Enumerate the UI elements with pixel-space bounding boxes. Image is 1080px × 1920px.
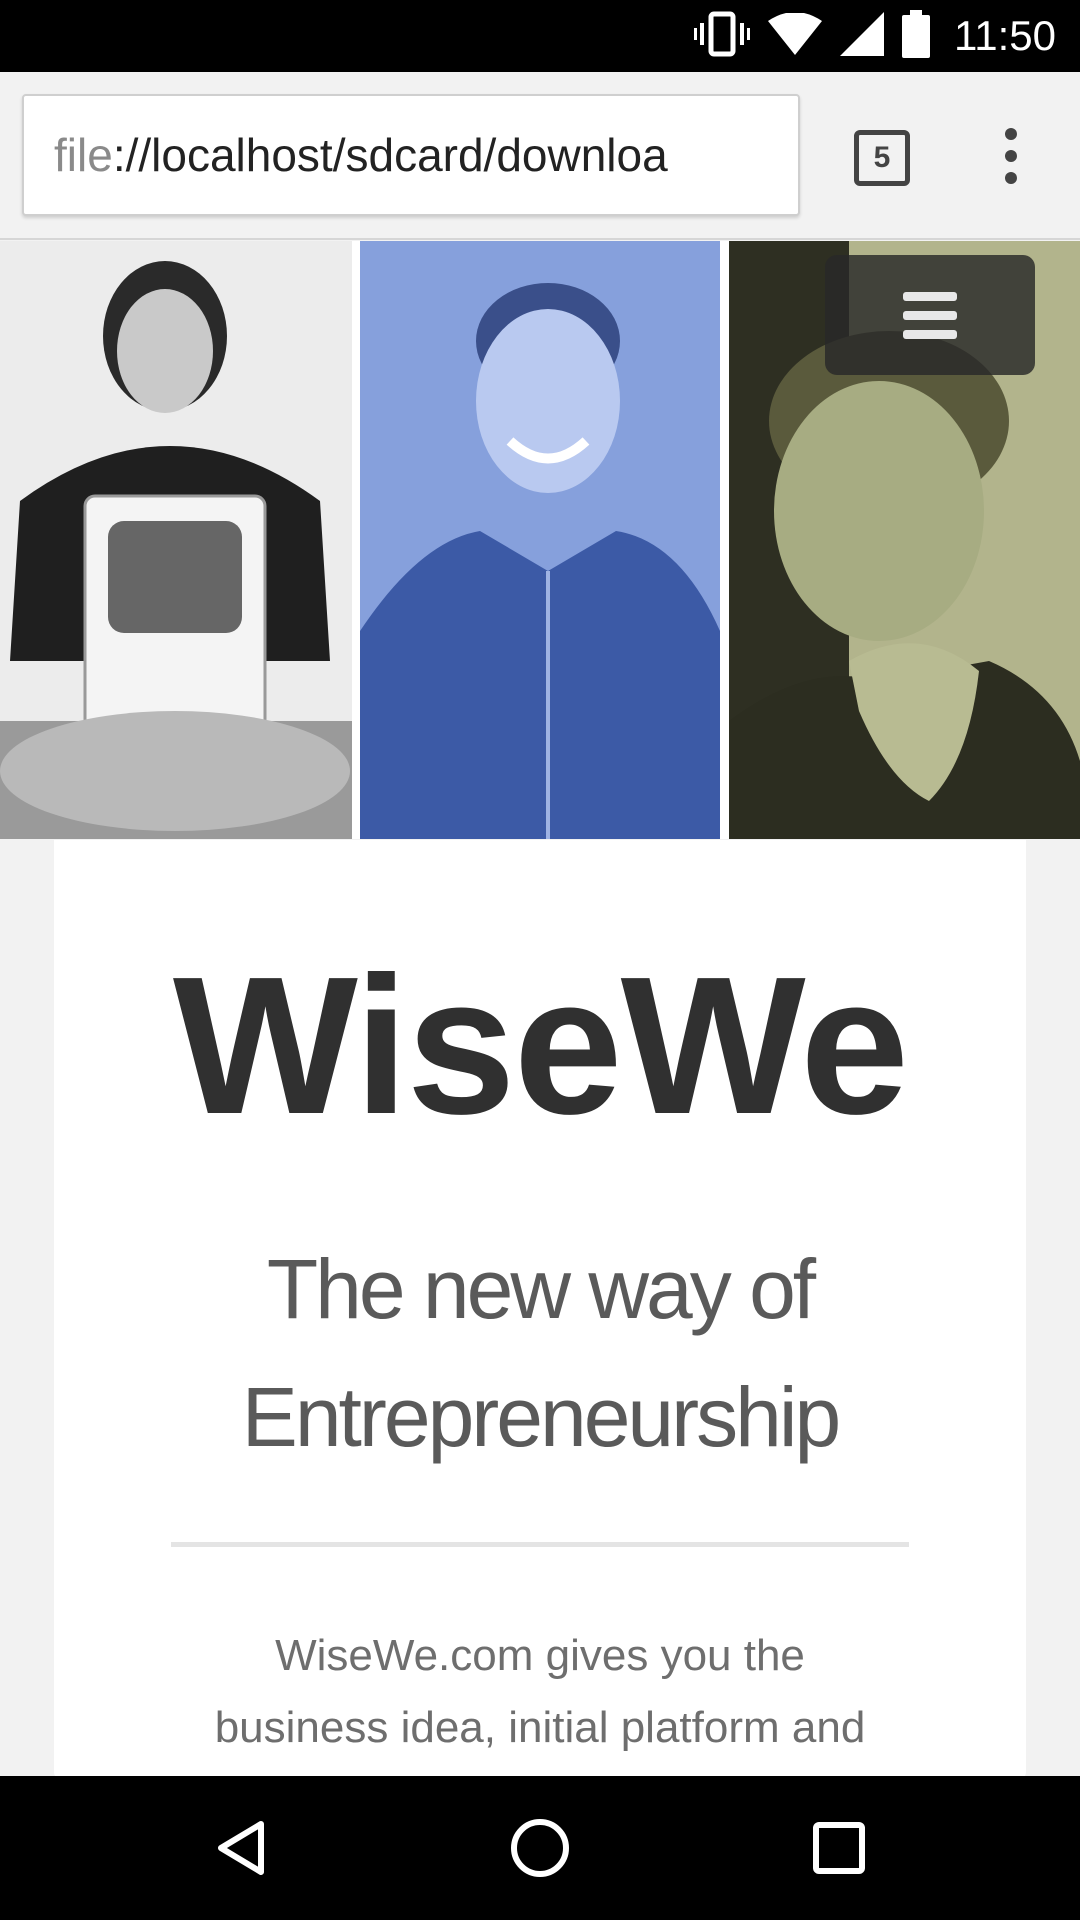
tagline: The new way of Entrepreneurship — [54, 1225, 1026, 1481]
portrait-image-2 — [360, 241, 720, 839]
tagline-line-2: Entrepreneurship — [241, 1370, 841, 1464]
url-path: ://localhost/sdcard/downloa — [112, 129, 668, 181]
status-time: 11:50 — [954, 12, 1056, 59]
signal-icon — [840, 11, 884, 61]
wifi-icon — [768, 11, 822, 60]
recents-icon[interactable] — [803, 1812, 875, 1884]
home-icon[interactable] — [504, 1812, 576, 1884]
tab-count-label: 5 — [873, 141, 891, 174]
vibrate-icon — [694, 11, 750, 62]
url-scheme: file — [54, 129, 113, 181]
description-line-2: business idea, initial platform and — [214, 1703, 866, 1752]
browser-toolbar: file://localhost/sdcard/downloa 5 — [0, 72, 1080, 240]
url-field[interactable]: file://localhost/sdcard/downloa — [22, 94, 800, 216]
status-icons: 11:50 — [694, 0, 1056, 72]
description-line-1: WiseWe.com gives you the — [275, 1631, 805, 1680]
battery-icon — [902, 9, 930, 63]
system-nav-bar — [0, 1776, 1080, 1920]
back-icon[interactable] — [205, 1812, 277, 1884]
more-vert-icon[interactable] — [996, 128, 1026, 188]
description: WiseWe.com gives you the business idea, … — [154, 1620, 926, 1764]
hamburger-icon — [903, 291, 957, 301]
brand-title: WiseWe — [172, 936, 909, 1155]
tagline-line-1: The new way of — [266, 1242, 816, 1336]
hamburger-menu-button[interactable] — [825, 255, 1035, 375]
intro-card: WiseWe The new way of Entrepreneurship W… — [54, 840, 1026, 1780]
status-bar: 11:50 — [0, 0, 1080, 72]
portrait-image-1 — [0, 241, 352, 839]
tabs-icon[interactable]: 5 — [854, 130, 910, 186]
divider — [171, 1542, 909, 1547]
